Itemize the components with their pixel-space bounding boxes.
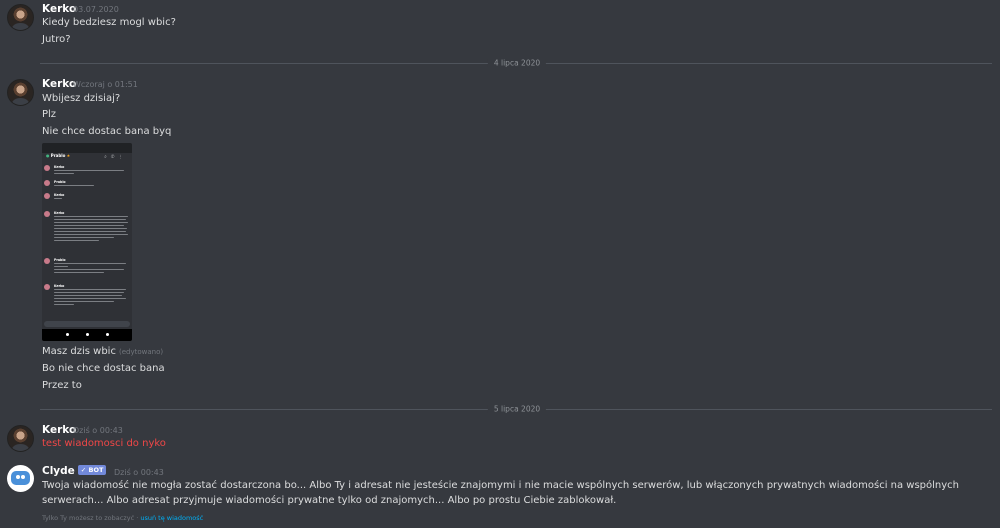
attachment-channel-title: ● Prablo ★ <box>46 153 71 158</box>
message-text: Przez to <box>42 380 82 391</box>
message-timestamp: Wczoraj o 01:51 <box>73 80 138 89</box>
message-text: Plz <box>42 109 57 120</box>
clyde-avatar[interactable] <box>7 465 34 492</box>
dismiss-message-link[interactable]: usuń tę wiadomość <box>140 514 203 522</box>
username[interactable]: Kerko <box>42 3 76 15</box>
phone-nav-bar <box>42 329 132 341</box>
message-text: Bo nie chce dostac bana <box>42 363 165 374</box>
message-text: Wbijesz dzisiaj? <box>42 93 121 104</box>
message-timestamp: 03.07.2020 <box>73 5 119 14</box>
user-avatar[interactable] <box>7 79 34 106</box>
image-attachment[interactable]: ● Prablo ★ ⌕✆⋮ Kerko Prablo Kerko Kerko <box>42 143 132 341</box>
message-timestamp: Dziś o 00:43 <box>114 468 164 477</box>
message-text: Twoja wiadomość nie mogła zostać dostarc… <box>42 480 960 506</box>
message-text: Nie chce dostac bana byq <box>42 126 172 137</box>
message-text: Kiedy bedziesz mogl wbic? <box>42 17 176 28</box>
username[interactable]: Kerko <box>42 424 76 436</box>
attachment-chat-input <box>44 321 130 327</box>
date-divider-label: 4 lipca 2020 <box>487 58 547 68</box>
phone-status-bar <box>42 143 132 153</box>
ephemeral-note: Tylko Ty możesz to zobaczyć · usuń tę wi… <box>42 514 204 522</box>
failed-message-text: test wiadomosci do nyko <box>42 438 166 449</box>
date-divider-label: 5 lipca 2020 <box>487 404 547 414</box>
edited-label: (edytowano) <box>118 348 164 356</box>
message-timestamp: Dziś o 00:43 <box>73 426 123 435</box>
bot-badge: ✓ BOT <box>77 465 107 475</box>
user-avatar[interactable] <box>7 425 34 452</box>
message-text: Masz dzis wbic (edytowano) <box>42 346 164 357</box>
attachment-header-icons: ⌕✆⋮ <box>104 155 127 160</box>
user-avatar[interactable] <box>7 4 34 31</box>
username[interactable]: Kerko <box>42 78 76 90</box>
bot-username[interactable]: Clyde ✓ BOT <box>42 465 107 477</box>
message-text: Jutro? <box>42 34 71 45</box>
